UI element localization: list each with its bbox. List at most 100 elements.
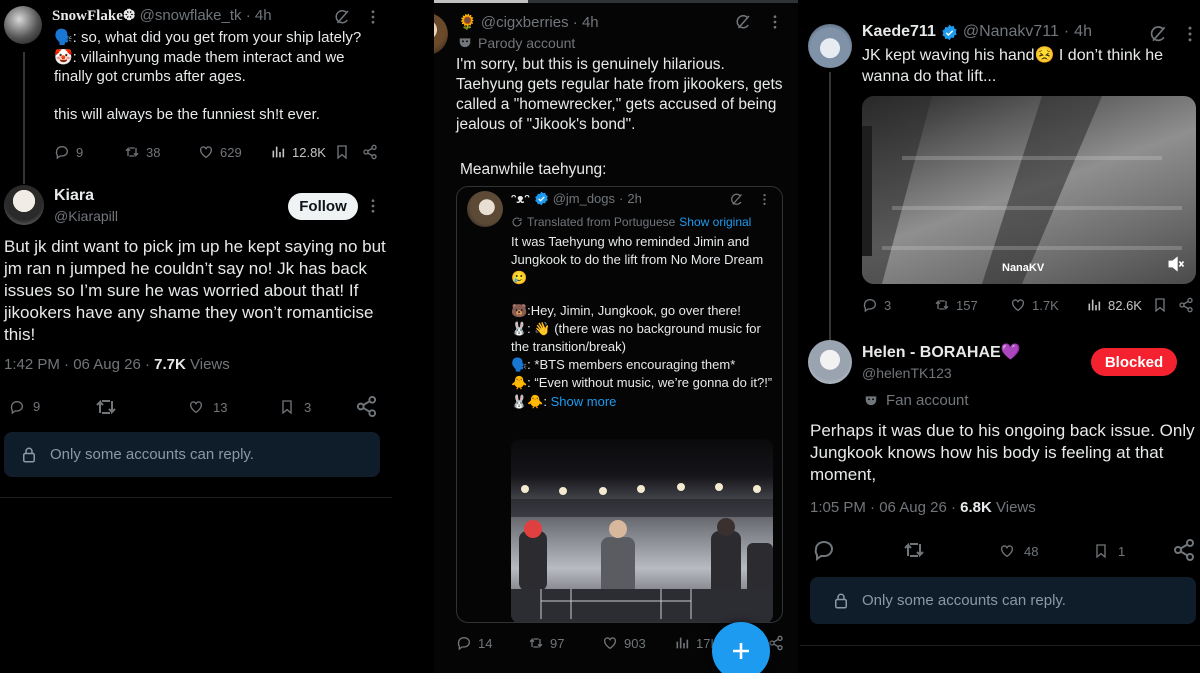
retweet-icon[interactable]: [902, 538, 926, 562]
quote-text: It was Taehyung who reminded Jimin and J…: [511, 233, 773, 411]
tweet-text: 🗣️: so, what did you get from your ship …: [54, 28, 386, 124]
handle[interactable]: @jm_dogs: [553, 191, 615, 206]
bookmark-count: 3: [304, 399, 312, 415]
display-name[interactable]: Kiara: [54, 187, 94, 205]
views-button[interactable]: 12.8K: [270, 144, 326, 160]
timestamp[interactable]: 4h: [1074, 23, 1092, 41]
handle[interactable]: @helenTK123: [862, 365, 952, 381]
avatar[interactable]: [467, 191, 503, 227]
like-icon: [198, 144, 214, 160]
like-count: 48: [1024, 543, 1039, 559]
avatar[interactable]: [808, 340, 852, 384]
left-column: SnowFlake❆ @snowflake_tk · 4h 🗣️: so, wh…: [0, 0, 392, 673]
bookmark-button[interactable]: 1: [1090, 540, 1125, 562]
bookmark-icon[interactable]: [1152, 297, 1168, 313]
retweet-button[interactable]: 97: [528, 635, 564, 651]
display-name[interactable]: ᵔᴥᵔ: [511, 191, 530, 206]
share-icon[interactable]: [362, 144, 378, 160]
grok-icon[interactable]: [734, 13, 752, 31]
divider: [800, 645, 1200, 646]
grok-icon[interactable]: [729, 192, 744, 207]
bookmark-icon: [276, 396, 298, 418]
share-icon[interactable]: [1172, 538, 1196, 562]
reply-button[interactable]: 9: [54, 144, 83, 160]
concert-photo[interactable]: [511, 439, 773, 622]
share-icon[interactable]: [768, 635, 784, 651]
tweet-text: JK kept waving his hand😣 I don’t think h…: [862, 47, 1163, 85]
name-emoji: 🌻: [458, 14, 477, 31]
like-count: 1.7K: [1032, 297, 1059, 313]
grok-icon[interactable]: [333, 8, 351, 26]
tweet-line: 🤡: villainhyung made them interact and w…: [54, 48, 345, 86]
avatar[interactable]: [4, 185, 44, 225]
blocked-button[interactable]: Blocked: [1091, 348, 1177, 376]
view-count: 82.6K: [1108, 297, 1142, 313]
handle[interactable]: @snowflake_tk: [140, 7, 242, 24]
bookmark-count: 1: [1118, 543, 1126, 559]
follow-button[interactable]: Follow: [288, 193, 358, 220]
like-button[interactable]: 629: [198, 144, 242, 160]
views-icon: [270, 144, 286, 160]
share-icon[interactable]: [1178, 297, 1194, 313]
reply-button[interactable]: 14: [456, 635, 492, 651]
grok-icon[interactable]: [1148, 24, 1168, 44]
reply-icon: [456, 635, 472, 651]
retweet-button[interactable]: 157: [934, 297, 978, 313]
reply-button[interactable]: 3: [862, 297, 891, 313]
quoted-tweet[interactable]: ᵔᴥᵔ @jm_dogs · 2h Translated from Portug…: [456, 186, 783, 623]
bookmark-button[interactable]: 3: [276, 396, 311, 418]
reply-icon[interactable]: [812, 538, 836, 562]
reply-button[interactable]: 9: [6, 396, 40, 417]
timestamp[interactable]: 1:42 PM: [4, 356, 60, 373]
view-count: 6.8K: [960, 499, 992, 516]
more-icon[interactable]: [1180, 24, 1200, 44]
more-icon[interactable]: [757, 192, 772, 207]
more-icon[interactable]: [364, 8, 382, 26]
timestamp[interactable]: 4h: [255, 7, 272, 24]
tweet-header: SnowFlake❆ @snowflake_tk · 4h: [52, 6, 272, 25]
like-button[interactable]: 13: [185, 396, 227, 418]
quote-line: 🐥: “Even without music, we’re gonna do i…: [511, 375, 773, 391]
bookmark-icon[interactable]: [334, 144, 350, 160]
compose-button[interactable]: [712, 622, 770, 673]
retweet-icon[interactable]: [94, 395, 118, 419]
like-count: 903: [624, 635, 646, 651]
more-icon[interactable]: [766, 13, 784, 31]
like-button[interactable]: 1.7K: [1010, 297, 1059, 313]
display-name[interactable]: Helen - BORAHAE💜: [862, 342, 1021, 362]
quote-line: 🐰: 👋 (there was no background music for …: [511, 320, 761, 354]
separator-dot: ·: [64, 356, 70, 373]
display-name[interactable]: SnowFlake❆: [52, 8, 135, 24]
reply-count: 14: [478, 635, 493, 651]
timestamp[interactable]: 1:05 PM: [810, 499, 866, 516]
handle[interactable]: @Nanakv711: [963, 23, 1059, 41]
more-icon[interactable]: [364, 197, 382, 215]
reply-restriction-notice: Only some accounts can reply.: [4, 432, 380, 477]
handle[interactable]: @Kiarapill: [54, 208, 118, 224]
parody-icon: [864, 394, 878, 408]
views-label: Views: [996, 499, 1036, 516]
avatar[interactable]: [4, 6, 42, 44]
handle[interactable]: @cigxberries: [481, 14, 569, 31]
retweet-icon: [528, 635, 544, 651]
timestamp[interactable]: 2h: [627, 191, 641, 206]
display-name[interactable]: Kaede711: [862, 23, 936, 41]
video-player[interactable]: NanaKV: [862, 96, 1196, 284]
like-button[interactable]: 48: [996, 540, 1038, 562]
views-button[interactable]: 82.6K: [1086, 297, 1142, 313]
date: 06 Aug 26: [879, 499, 947, 516]
mute-icon[interactable]: [1166, 254, 1186, 274]
reply-restriction-notice: Only some accounts can reply.: [810, 577, 1196, 624]
retweet-button[interactable]: 38: [124, 144, 160, 160]
timestamp[interactable]: 4h: [582, 14, 599, 31]
retweet-count: 157: [956, 297, 978, 313]
avatar[interactable]: [434, 13, 448, 55]
retweet-count: 97: [550, 635, 565, 651]
plus-icon: [729, 639, 753, 663]
share-icon[interactable]: [355, 395, 378, 418]
like-button[interactable]: 903: [602, 635, 646, 651]
avatar[interactable]: [808, 24, 852, 68]
translation-note: Translated from Portuguese Show original: [511, 215, 751, 229]
show-more-link[interactable]: Show more: [551, 394, 617, 409]
show-original-link[interactable]: Show original: [679, 215, 751, 229]
